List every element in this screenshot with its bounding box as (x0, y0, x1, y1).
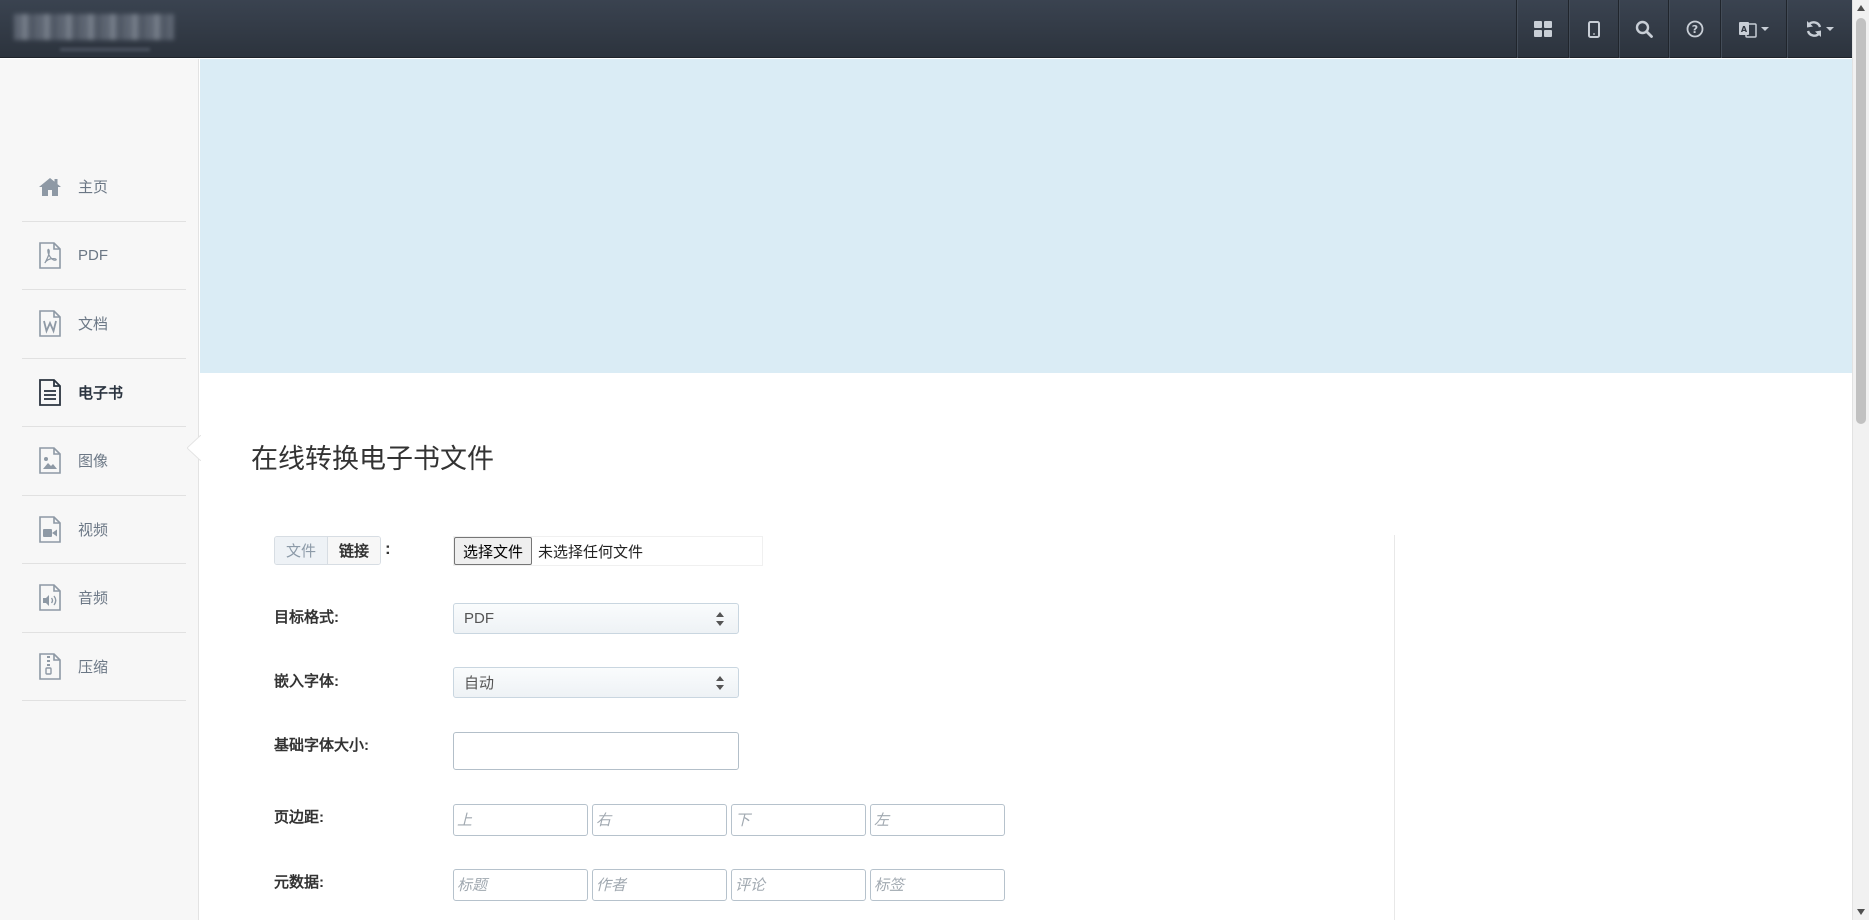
image-file-icon (38, 447, 62, 475)
margins-label: 页边距: (274, 809, 324, 826)
home-icon (38, 173, 62, 201)
sidebar-item-archive[interactable]: 压缩 (22, 633, 186, 701)
target-format-select[interactable]: PDF (453, 603, 739, 634)
metadata-comment-input[interactable] (731, 869, 866, 901)
help-icon: ? (1686, 20, 1704, 38)
scroll-thumb[interactable] (1856, 18, 1866, 424)
sidebar-item-label: 图像 (78, 453, 109, 471)
metadata-author-input[interactable] (592, 869, 727, 901)
margin-left-input[interactable] (870, 804, 1005, 836)
metadata-title-input[interactable] (453, 869, 588, 901)
grid-icon (1533, 21, 1552, 37)
sidebar: 主页 PDF 文档 电子书 图像 视频 音频 压缩 (0, 59, 201, 920)
base-font-size-label: 基础字体大小: (274, 737, 369, 754)
content-divider (1394, 535, 1395, 920)
sidebar-item-document[interactable]: 文档 (22, 290, 186, 359)
sidebar-item-label: 压缩 (78, 658, 109, 676)
sidebar-item-home[interactable]: 主页 (22, 153, 186, 222)
choose-file-button[interactable]: 选择文件 (454, 537, 533, 565)
language-button[interactable]: A (1720, 0, 1786, 58)
base-font-size-input[interactable] (453, 732, 739, 770)
sidebar-item-label: 文档 (78, 316, 109, 334)
file-status: 未选择任何文件 (538, 543, 644, 561)
tablet-button[interactable] (1568, 0, 1618, 58)
chevron-down-icon (1761, 27, 1769, 31)
sidebar-item-video[interactable]: 视频 (22, 496, 186, 564)
sidebar-item-audio[interactable]: 音频 (22, 564, 186, 633)
page-scrollbar[interactable] (1852, 0, 1869, 920)
pdf-file-icon (38, 241, 62, 269)
embed-font-value: 自动 (464, 675, 495, 692)
video-file-icon (38, 515, 62, 543)
active-indicator-arrow (187, 435, 201, 461)
refresh-button[interactable] (1786, 0, 1852, 58)
grid-button[interactable] (1516, 0, 1568, 58)
tab-file[interactable]: 文件 (275, 537, 329, 564)
chevron-down-icon (1826, 27, 1834, 31)
embed-font-select[interactable]: 自动 (453, 667, 739, 698)
audio-file-icon (38, 584, 62, 612)
target-format-label: 目标格式: (274, 609, 339, 626)
margin-top-input[interactable] (453, 804, 588, 836)
sidebar-item-label: 音频 (78, 590, 109, 608)
tablet-icon (1587, 20, 1600, 38)
scroll-down-arrow-icon[interactable] (1857, 909, 1865, 915)
search-button[interactable] (1618, 0, 1668, 58)
margin-bottom-input[interactable] (731, 804, 866, 836)
sidebar-item-ebook[interactable]: 电子书 (22, 359, 186, 427)
top-navbar: ? A (0, 0, 1852, 58)
scroll-up-arrow-icon[interactable] (1857, 5, 1865, 11)
source-type-toggle: 文件 链接 (274, 536, 382, 565)
margin-right-input[interactable] (592, 804, 727, 836)
refresh-icon (1805, 20, 1823, 38)
banner (200, 59, 1852, 373)
language-icon: A (1738, 20, 1758, 38)
top-toolbar: ? A (1516, 0, 1852, 58)
logo-underline (60, 48, 150, 51)
svg-text:A: A (1741, 25, 1748, 34)
page-title: 在线转换电子书文件 (251, 444, 494, 474)
archive-file-icon (38, 652, 62, 680)
word-file-icon (38, 310, 62, 338)
help-button[interactable]: ? (1668, 0, 1720, 58)
file-input: 选择文件 未选择任何文件 (453, 536, 763, 566)
select-arrows-icon (716, 612, 724, 626)
sidebar-item-label: 主页 (78, 179, 109, 197)
select-arrows-icon (716, 676, 724, 690)
embed-font-label: 嵌入字体: (274, 673, 339, 690)
sidebar-item-pdf[interactable]: PDF (22, 222, 186, 290)
tab-link[interactable]: 链接 (328, 537, 381, 564)
sidebar-nav: 主页 PDF 文档 电子书 图像 视频 音频 压缩 (22, 153, 186, 701)
sidebar-item-image[interactable]: 图像 (22, 427, 186, 496)
svg-text:?: ? (1691, 23, 1697, 36)
metadata-label: 元数据: (274, 874, 324, 891)
source-colon: : (385, 539, 391, 558)
ebook-file-icon (38, 378, 62, 406)
search-icon (1635, 20, 1653, 38)
sidebar-item-label: 视频 (78, 521, 109, 539)
sidebar-item-label: PDF (78, 246, 108, 264)
sidebar-item-label: 电子书 (78, 384, 124, 402)
target-format-value: PDF (464, 610, 494, 627)
metadata-tags-input[interactable] (870, 869, 1005, 901)
site-logo[interactable] (14, 14, 174, 40)
